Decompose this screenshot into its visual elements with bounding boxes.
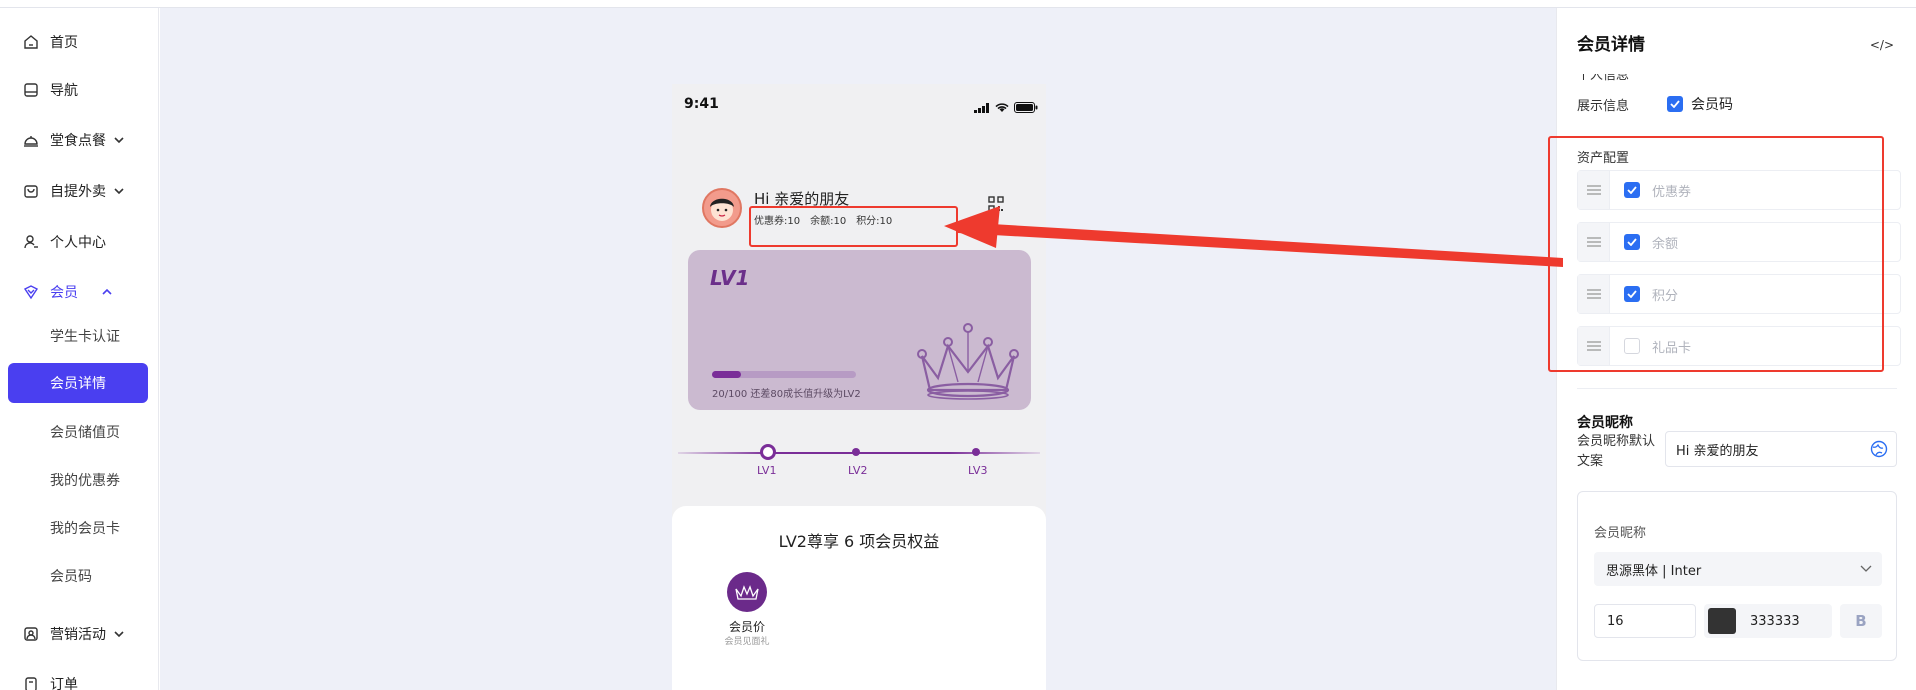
home-icon	[22, 33, 40, 51]
font-color-value: 333333	[1750, 613, 1800, 629]
dine-icon	[22, 131, 40, 149]
benefit-name: 会员价	[728, 620, 765, 634]
chevron-down-icon	[1860, 562, 1872, 578]
sidebar-item-label: 首页	[50, 35, 78, 51]
benefit-subtitle: 会员见面礼	[724, 637, 770, 647]
top-border	[0, 0, 1916, 8]
nav-icon	[22, 81, 40, 99]
sidebar-item-label: 会员	[50, 285, 78, 301]
font-family-value: 思源黑体 | Inter	[1606, 563, 1702, 579]
benefits-title: LV2尊享 6 项会员权益	[778, 532, 940, 551]
sidebar-item-home[interactable]: 首页	[22, 30, 78, 54]
sidebar-subitem-student-card[interactable]: 学生卡认证	[50, 326, 120, 346]
card-level: LV1	[710, 266, 750, 290]
code-toggle-icon[interactable]: </>	[1870, 38, 1894, 52]
sidebar-item-dine[interactable]: 堂食点餐	[22, 128, 124, 152]
marketing-icon	[22, 625, 40, 643]
sidebar-item-label: 营销活动	[50, 627, 106, 643]
member-price-icon[interactable]	[727, 572, 767, 612]
level-dot-current[interactable]	[760, 444, 776, 460]
sidebar-item-label: 个人中心	[50, 235, 106, 251]
sidebar-item-profile[interactable]: 个人中心	[22, 230, 106, 254]
divider	[1577, 388, 1897, 389]
nickname-section-title: 会员昵称	[1577, 415, 1633, 431]
sidebar: 首页 导航 堂食点餐 自提外卖 个人中心 会员 学生卡认证 会员详情 会员储值页…	[0, 8, 159, 690]
level-dot[interactable]	[972, 448, 980, 456]
show-member-code-checkbox[interactable]: 会员码	[1667, 94, 1733, 114]
sidebar-item-label: 订单	[50, 677, 78, 690]
chevron-down-icon	[114, 185, 124, 198]
highlight-box-asset-config	[1548, 136, 1884, 372]
level-progress-bar	[712, 371, 856, 378]
font-size-value: 16	[1607, 613, 1624, 629]
phone-preview: 9:41 Hi 亲爱的朋友 优惠券:10 余额:10 积分:10 LV1 20/…	[672, 84, 1046, 690]
signal-icon	[974, 98, 990, 117]
show-member-code-label: 会员码	[1691, 97, 1733, 113]
chevron-up-icon	[102, 286, 112, 299]
status-time: 9:41	[684, 96, 719, 112]
checkbox-checked-icon[interactable]	[1667, 96, 1683, 112]
takeout-icon	[22, 182, 40, 200]
color-swatch[interactable]	[1708, 608, 1736, 634]
sidebar-item-label: 导航	[50, 83, 78, 99]
member-icon	[22, 283, 40, 301]
sidebar-subitem-my-coupons[interactable]: 我的优惠券	[50, 470, 120, 490]
sidebar-subitem-member-detail[interactable]: 会员详情	[8, 363, 148, 403]
status-icons	[974, 98, 1038, 117]
wifi-icon	[995, 98, 1009, 117]
personal-info-heading: 个人信息	[1577, 74, 1630, 82]
font-color-input[interactable]: 333333	[1704, 604, 1832, 638]
benefits-panel: LV2尊享 6 项会员权益 会员价 会员见面礼	[672, 506, 1046, 690]
sidebar-item-label: 堂食点餐	[50, 133, 106, 149]
member-level-card: LV1 20/100 还差80成长值升级为LV2	[688, 250, 1031, 410]
sidebar-item-takeout[interactable]: 自提外卖	[22, 179, 124, 203]
level-label: LV2	[848, 464, 868, 477]
order-icon	[22, 675, 40, 690]
sidebar-item-orders[interactable]: 订单	[22, 672, 78, 690]
highlight-box-asset-summary	[749, 206, 958, 247]
nickname-default-input[interactable]: Hi 亲爱的朋友	[1665, 431, 1897, 467]
qr-code-icon[interactable]	[988, 196, 1004, 216]
sidebar-item-member[interactable]: 会员	[22, 280, 112, 304]
nickname-style-label: 会员昵称	[1594, 526, 1647, 541]
sidebar-subitem-member-code[interactable]: 会员码	[50, 566, 92, 586]
sidebar-subitem-stored-value[interactable]: 会员储值页	[50, 422, 120, 442]
sidebar-item-label: 自提外卖	[50, 184, 106, 200]
bold-toggle-button[interactable]: B	[1840, 604, 1882, 638]
panel-title: 会员详情	[1577, 35, 1645, 55]
nickname-default-value: Hi 亲爱的朋友	[1676, 443, 1759, 459]
level-progress-text: 20/100 还差80成长值升级为LV2	[712, 389, 861, 400]
nickname-style-box: 会员昵称 思源黑体 | Inter 16 333333 B	[1577, 491, 1897, 661]
nickname-default-label: 会员昵称默认文案	[1577, 434, 1656, 469]
show-info-label: 展示信息	[1577, 99, 1630, 114]
level-label: LV3	[968, 464, 988, 477]
chevron-down-icon	[114, 134, 124, 147]
font-family-select[interactable]: 思源黑体 | Inter	[1594, 552, 1882, 586]
level-dot[interactable]	[852, 448, 860, 456]
battery-icon	[1014, 98, 1038, 117]
level-progress-fill	[712, 371, 741, 378]
crown-icon	[917, 323, 1019, 400]
chevron-down-icon	[114, 628, 124, 641]
sidebar-subitem-my-member-card[interactable]: 我的会员卡	[50, 518, 120, 538]
globe-icon[interactable]	[1870, 440, 1888, 462]
level-label: LV1	[757, 464, 777, 477]
user-icon	[22, 233, 40, 251]
sidebar-item-marketing[interactable]: 营销活动	[22, 622, 124, 646]
font-size-input[interactable]: 16	[1594, 604, 1696, 638]
avatar	[702, 188, 742, 228]
sidebar-item-nav[interactable]: 导航	[22, 78, 78, 102]
